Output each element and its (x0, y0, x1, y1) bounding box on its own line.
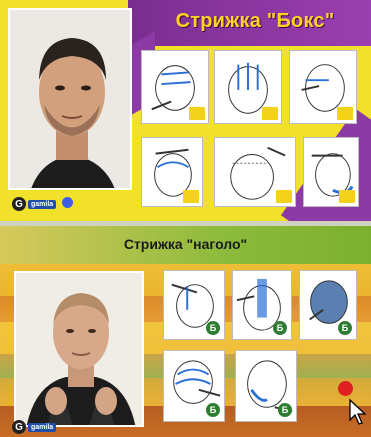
blue-dot-icon (62, 197, 73, 208)
step-diagram: Б (163, 270, 225, 340)
slide-box-haircut: Стрижка "Бокс" G gamila (0, 0, 371, 221)
channel-logo: G gamila (12, 420, 57, 434)
step-badge-icon (276, 190, 292, 203)
channel-logo: G gamila (12, 197, 57, 211)
step-badge-icon (262, 107, 278, 120)
step-diagram (214, 137, 296, 207)
logo-icon: G (12, 420, 26, 434)
logo-text: gamila (28, 422, 57, 432)
step-badge-icon (339, 190, 355, 203)
logo-text: gamila (28, 199, 57, 209)
step-diagram: Б (232, 270, 292, 340)
mouse-pointer-icon (349, 398, 367, 425)
step-badge-icon (337, 107, 353, 120)
step-badge-icon (183, 190, 199, 203)
step-badge-icon: Б (273, 321, 287, 335)
step-diagram: Б (235, 350, 297, 422)
step-diagram: Б (299, 270, 357, 340)
step-badge-icon: Б (206, 403, 220, 417)
step-badge-icon: Б (338, 321, 352, 335)
model-photo (8, 8, 132, 190)
step-badge-icon: Б (278, 403, 292, 417)
step-diagram (289, 50, 357, 124)
record-dot-icon (338, 381, 353, 396)
step-diagram (303, 137, 359, 207)
slide-title: Стрижка "Бокс" (175, 10, 335, 32)
step-diagram (141, 50, 209, 124)
logo-icon: G (12, 197, 26, 211)
step-badge-icon (189, 107, 205, 120)
model-photo (14, 271, 144, 427)
step-diagram (141, 137, 203, 207)
slide-title: Стрижка "наголо" (123, 236, 248, 252)
step-diagram (214, 50, 282, 124)
step-badge-icon: Б (206, 321, 220, 335)
step-diagram: Б (163, 350, 225, 422)
